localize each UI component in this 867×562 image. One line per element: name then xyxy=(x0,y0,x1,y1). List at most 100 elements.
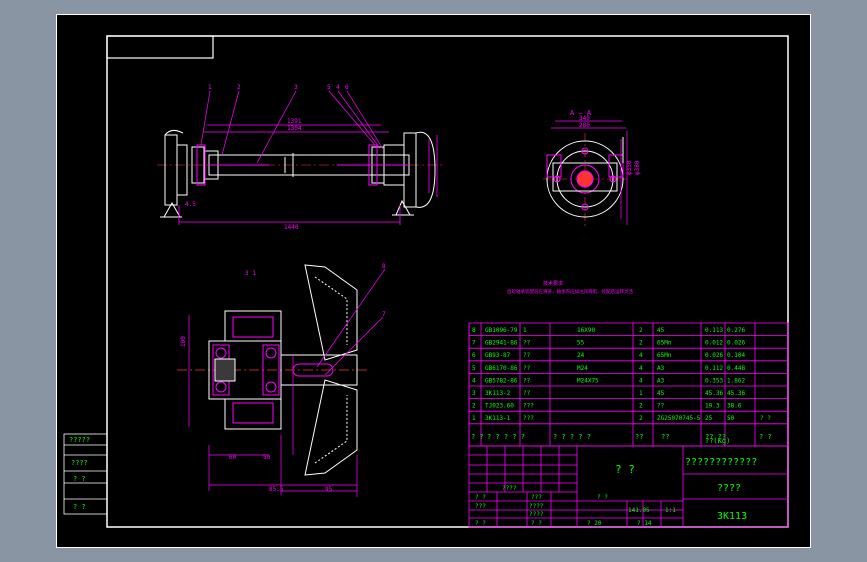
parts-cell-w2: 0.026 xyxy=(727,340,745,347)
parts-cell-w1: 45.36 xyxy=(705,390,723,397)
parts-cell-name: ?? xyxy=(523,365,531,372)
dim-85-5: 85.5 xyxy=(269,486,284,493)
parts-cell-w1: 0.026 xyxy=(705,352,723,359)
parts-cell-mat: ?? xyxy=(657,403,665,410)
parts-cell-mat: 65Mn xyxy=(657,352,672,359)
parts-cell-qty: 2 xyxy=(639,403,643,410)
company-name: ???????????? xyxy=(685,457,757,468)
parts-cell-w2: 0.448 xyxy=(727,365,745,372)
dim-left-small: 4.5 xyxy=(185,201,196,208)
dim-50: 50 xyxy=(263,454,271,461)
parts-cell-qty: 4 xyxy=(639,365,643,372)
parts-cell-name: ??? xyxy=(523,403,534,410)
cad-drawing: ????? ???? ? ? ? ? 1391 1304 1440 4.5 1 … xyxy=(63,35,789,528)
parts-header-no: ? ? xyxy=(471,433,484,441)
tb-label-6: ???? xyxy=(529,503,544,510)
parts-header-qty: ?? xyxy=(635,433,643,441)
dim-phi350: φ350 xyxy=(626,160,633,175)
dim-95: 95 xyxy=(325,486,333,493)
parts-header-weight-unit: ??(Kg) xyxy=(705,437,730,445)
parts-cell-mat: 45 xyxy=(657,327,665,334)
scale-value: 1:1 xyxy=(665,507,676,514)
parts-cell-qty: 1 xyxy=(639,390,643,397)
balloon-1: 1 xyxy=(208,84,212,91)
top-view: 1391 1304 1440 4.5 1 2 3 5 4 6 xyxy=(157,84,442,231)
parts-cell-w1: 0.012 xyxy=(705,340,723,347)
parts-cell-mat: A3 xyxy=(657,377,665,384)
parts-cell-w1: 0.353 xyxy=(705,377,723,384)
parts-header-code: ? ? ? ? ? xyxy=(487,433,525,441)
parts-cell-code: GB1096-79 xyxy=(485,327,518,334)
side-stamp-2: ???? xyxy=(71,459,88,467)
balloon-5: 5 xyxy=(327,84,331,91)
parts-list: 8 GB1096-79 1 16X90 2 45 0.113 0.2767 GB2941-86?… xyxy=(468,322,789,447)
side-stamp-4: ? ? xyxy=(73,503,86,511)
parts-cell-name: ?? xyxy=(523,390,531,397)
parts-cell-remark: ? ? xyxy=(760,415,771,422)
drawing-number: 3K113 xyxy=(717,511,747,522)
dim-1304: 1304 xyxy=(287,125,302,132)
tb-label-3: ??? xyxy=(531,494,542,501)
parts-cell-no: 6 xyxy=(472,352,476,359)
tb-label-7: ???? xyxy=(529,511,544,518)
ratio-value: 141.05 xyxy=(628,507,650,514)
parts-cell-w2: 50 xyxy=(727,415,735,422)
side-stamp-3: ? ? xyxy=(73,475,86,483)
balloon-3: 3 xyxy=(294,84,298,91)
parts-cell-spec: 16X90 xyxy=(577,327,595,334)
parts-header-mat: ?? xyxy=(661,433,669,441)
parts-cell-name: ??? xyxy=(523,415,534,422)
parts-cell-w2: 1.862 xyxy=(727,377,745,384)
tb-label-4: ? ? xyxy=(597,494,608,501)
dim-100: 100 xyxy=(180,336,187,347)
dim-340: 340 xyxy=(579,115,590,122)
note-text: 齿轮轴承装配前应清洗，轴承内应加注润滑脂，装配后运转灵活 xyxy=(507,288,633,295)
parts-cell-no: 7 xyxy=(472,340,476,347)
tb-label-1: ? ? xyxy=(475,494,486,501)
parts-cell-mat: ZG25070745-5 xyxy=(657,415,701,422)
tb-label-9: ? ? xyxy=(531,520,542,527)
parts-cell-name: ?? xyxy=(523,340,531,347)
sheet-no: ? 20 xyxy=(587,520,602,527)
section-view: A — A 340 280 φ350 φ380 xyxy=(543,109,641,227)
parts-cell-w2: 45.36 xyxy=(727,390,745,397)
parts-cell-name: ?? xyxy=(523,352,531,359)
parts-cell-qty: 4 xyxy=(639,352,643,359)
parts-cell-name: ?? xyxy=(523,377,531,384)
parts-cell-no: 5 xyxy=(472,365,476,372)
parts-cell-code: 3K113-1 xyxy=(485,415,511,422)
balloon-6: 6 xyxy=(345,84,349,91)
parts-cell-mat: A3 xyxy=(657,365,665,372)
parts-cell-code: GB93-87 xyxy=(485,352,511,359)
parts-cell-w2: 38.6 xyxy=(727,403,742,410)
parts-cell-w2: 0.104 xyxy=(727,352,745,359)
parts-cell-w2: 0.276 xyxy=(727,327,745,334)
balloon-8: 8 xyxy=(382,263,386,270)
parts-cell-spec: M24 xyxy=(577,365,588,372)
balloon-4: 4 xyxy=(336,84,340,91)
dim-1440: 1440 xyxy=(284,224,299,231)
dim-1391: 1391 xyxy=(287,118,302,125)
balloon-7: 7 xyxy=(382,311,386,318)
corner-tab xyxy=(106,35,214,59)
parts-cell-spec: 24 xyxy=(577,352,585,359)
material-label: ???? xyxy=(717,483,741,494)
detail-top-marks: 3 1 xyxy=(245,270,256,277)
parts-cell-code: TJ023.60 xyxy=(485,403,514,410)
tb-label-2: ???? xyxy=(502,485,517,492)
parts-header-name: ? ? ? ? ? xyxy=(553,433,591,441)
parts-cell-code: GB2941-86 xyxy=(485,340,518,347)
parts-cell-code: GB6170-86 xyxy=(485,365,518,372)
dim-phi380: φ380 xyxy=(634,160,641,175)
side-stamp-1: ????? xyxy=(69,436,90,444)
parts-cell-qty: 2 xyxy=(639,340,643,347)
parts-cell-no: 2 xyxy=(472,403,476,410)
parts-cell-code: GB5782-86 xyxy=(485,377,518,384)
sheet-total: ? 14 xyxy=(637,520,652,527)
drawing-sheet: ????? ???? ? ? ? ? 1391 1304 1440 4.5 1 … xyxy=(56,14,811,548)
note-title: 技术要求 xyxy=(543,280,563,287)
parts-cell-w1: 0.113 xyxy=(705,327,723,334)
parts-cell-no: 4 xyxy=(472,377,476,384)
parts-cell-mat: 45 xyxy=(657,390,665,397)
parts-cell-mat: 65Mn xyxy=(657,340,672,347)
